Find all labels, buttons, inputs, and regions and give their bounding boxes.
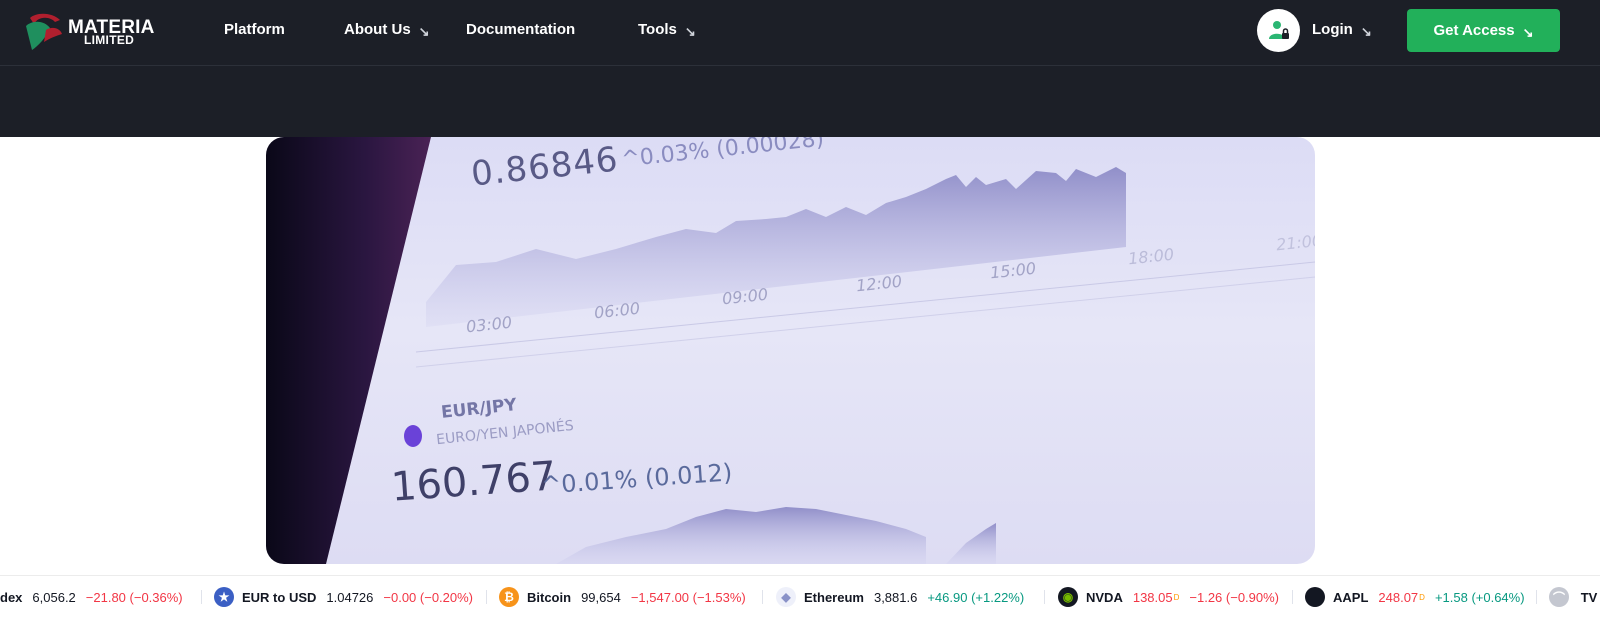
- ticker-item[interactable]: ₿ Bitcoin 99,654 −1,547.00 (−1.53%): [499, 586, 746, 608]
- nav-about-label: About Us: [344, 21, 411, 38]
- nav-documentation[interactable]: Documentation: [466, 21, 575, 38]
- ticker-change: +1.58 (+0.64%): [1434, 589, 1525, 605]
- nvidia-icon: ◉: [1058, 587, 1078, 607]
- ticker-change: −1,547.00 (−1.53%): [630, 589, 746, 605]
- ticker-price: 138.05: [1132, 589, 1173, 605]
- ticker-price: 248.07: [1378, 589, 1419, 605]
- next-ticker-icon: ⌒: [1549, 587, 1569, 607]
- ticker-item[interactable]: dex 6,056.2 −21.80 (−0.36%): [0, 586, 183, 608]
- user-lock-icon: [1269, 21, 1289, 39]
- ticker-tape: dex 6,056.2 −21.80 (−0.36%) ★ EUR to USD…: [0, 575, 1600, 618]
- ticker-separator: [1536, 590, 1537, 604]
- nav-about-us[interactable]: About Us ↘: [344, 21, 430, 39]
- ticker-item[interactable]: AAPL 248.07 D +1.58 (+0.64%): [1305, 586, 1525, 608]
- ticker-separator: [762, 590, 763, 604]
- ticker-separator: [1044, 590, 1045, 604]
- nav-platform[interactable]: Platform: [224, 21, 285, 38]
- ticker-name: Bitcoin: [527, 589, 572, 605]
- ethereum-icon: ◆: [776, 587, 796, 607]
- ticker-price: 99,654: [581, 589, 621, 605]
- ticker-name: NVDA: [1086, 589, 1123, 605]
- ticker-change: −0.00 (−0.20%): [383, 589, 474, 605]
- ticker-name: dex: [0, 589, 23, 605]
- tradingview-logo-icon[interactable]: TV: [1578, 586, 1600, 608]
- ticker-separator: [486, 590, 487, 604]
- eu-us-flag-icon: ★: [214, 587, 234, 607]
- pair-dot-icon: [404, 425, 422, 447]
- bull-logo-icon: [26, 13, 62, 50]
- arrow-down-right-icon: ↘: [684, 24, 696, 39]
- header-band: [0, 66, 1600, 137]
- ticker-price-flag: D: [1173, 592, 1180, 602]
- ticker-price: 3,881.6: [873, 589, 918, 605]
- ticker-price: 6,056.2: [32, 589, 76, 605]
- nav-documentation-label: Documentation: [466, 21, 576, 38]
- arrow-down-right-icon: ↘: [418, 24, 430, 39]
- ticker-name: EUR to USD: [242, 589, 317, 605]
- ticker-item[interactable]: ⌒: [1549, 586, 1577, 608]
- user-avatar-button[interactable]: [1257, 9, 1300, 52]
- login-link[interactable]: Login ↘: [1312, 21, 1372, 39]
- apple-icon: [1305, 587, 1325, 607]
- nav-tools-label: Tools: [638, 21, 677, 38]
- nav-tools[interactable]: Tools ↘: [638, 21, 696, 39]
- arrow-down-right-icon: ↘: [1360, 24, 1372, 39]
- top-nav: MATERIA LIMITED Platform About Us ↘ Docum…: [0, 0, 1600, 66]
- ticker-name: AAPL: [1333, 589, 1369, 605]
- ticker-change: −1.26 (−0.90%): [1189, 589, 1280, 605]
- ticker-name: Ethereum: [804, 589, 864, 605]
- bitcoin-icon: ₿: [499, 587, 519, 607]
- arrow-down-right-icon: ↘: [1522, 24, 1534, 40]
- ticker-price-flag: D: [1419, 592, 1425, 602]
- brand-subtitle: LIMITED: [84, 33, 135, 47]
- ticker-price: 1.04726: [326, 589, 374, 605]
- ticker-item[interactable]: ◉ NVDA 138.05 D −1.26 (−0.90%): [1058, 586, 1279, 608]
- login-label: Login: [1312, 21, 1353, 38]
- get-access-button[interactable]: Get Access ↘: [1407, 9, 1560, 52]
- hero-chart-image: 0.86846 ^0.03% (0.00028) 03:00 06:00 09:…: [266, 137, 1315, 564]
- ticker-separator: [1292, 590, 1293, 604]
- brand-logo[interactable]: MATERIA LIMITED: [22, 12, 154, 52]
- ticker-change: −21.80 (−0.36%): [85, 589, 183, 605]
- ticker-item[interactable]: ◆ Ethereum 3,881.6 +46.90 (+1.22%): [776, 586, 1024, 608]
- nav-platform-label: Platform: [224, 21, 285, 38]
- ticker-item[interactable]: ★ EUR to USD 1.04726 −0.00 (−0.20%): [214, 586, 473, 608]
- get-access-label: Get Access: [1433, 22, 1515, 39]
- ticker-change: +46.90 (+1.22%): [927, 589, 1025, 605]
- time-label: 21:00: [1275, 230, 1315, 255]
- ticker-separator: [201, 590, 202, 604]
